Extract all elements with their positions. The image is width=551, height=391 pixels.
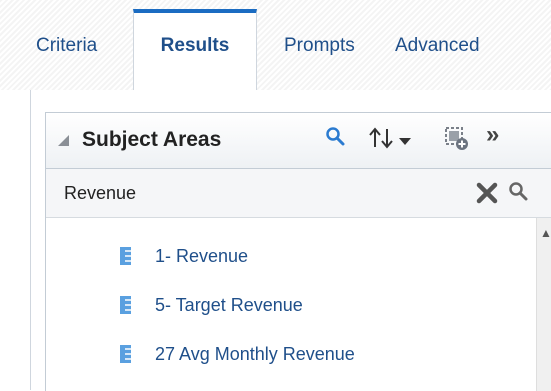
- results-list: 1- Revenue 5- Target Revenue 27 Avg Mont…: [46, 218, 536, 391]
- scroll-up-icon[interactable]: ▲: [540, 226, 551, 240]
- tab-prompts[interactable]: Prompts: [284, 35, 355, 57]
- measure-column-icon: [120, 296, 131, 314]
- search-row: [46, 169, 551, 218]
- search-submit-icon[interactable]: [508, 181, 530, 208]
- add-icon[interactable]: [444, 126, 470, 157]
- list-item-label: 27 Avg Monthly Revenue: [155, 343, 355, 364]
- list-item[interactable]: 27 Avg Monthly Revenue: [120, 339, 355, 369]
- panel-header: Subject Areas »: [46, 113, 551, 169]
- collapse-triangle-icon[interactable]: [58, 135, 69, 146]
- tab-bar: Criteria Results Prompts Advanced: [30, 0, 551, 90]
- more-icon[interactable]: »: [486, 121, 499, 149]
- sort-dropdown-icon[interactable]: [399, 138, 411, 145]
- subject-areas-panel: Subject Areas » Revenue 1- Revenue 5- Ta…: [45, 112, 551, 391]
- list-item[interactable]: 1- Revenue: [120, 241, 248, 271]
- tab-criteria[interactable]: Criteria: [36, 35, 97, 57]
- search-icon[interactable]: [325, 126, 347, 153]
- tab-advanced[interactable]: Advanced: [395, 35, 480, 57]
- measure-column-icon: [120, 247, 131, 265]
- search-input[interactable]: [46, 169, 466, 217]
- list-item-label: 5- Target Revenue: [155, 294, 303, 315]
- list-item[interactable]: 5- Target Revenue: [120, 290, 303, 320]
- scrollbar[interactable]: ▲: [536, 218, 551, 391]
- measure-column-icon: [120, 345, 131, 363]
- sort-icon[interactable]: [368, 126, 396, 155]
- close-icon[interactable]: [475, 181, 499, 210]
- panel-title: Subject Areas: [82, 128, 222, 151]
- results-tab-content: Subject Areas » Revenue 1- Revenue 5- Ta…: [30, 90, 551, 391]
- tab-results[interactable]: Results: [133, 9, 257, 90]
- list-item-label: 1- Revenue: [155, 245, 249, 266]
